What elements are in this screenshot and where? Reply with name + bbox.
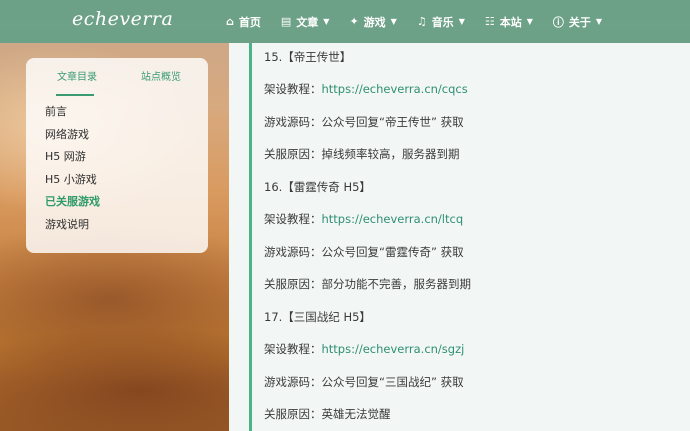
sidebar-tabs: 文章目录 站点概览 bbox=[26, 68, 208, 96]
content-line: 关服原因：部分功能不完善，服务器到期 bbox=[264, 277, 471, 291]
caret-down-icon: ▼ bbox=[390, 17, 397, 26]
toc-item[interactable]: 已关服游戏 bbox=[45, 194, 100, 217]
table-of-contents: 前言 网络游戏 H5 网游 H5 小游戏 已关服游戏 游戏说明 bbox=[45, 104, 100, 239]
game-heading: 15.【帝王传世】 bbox=[264, 50, 352, 64]
content-line: 游戏源码：公众号回复“帝王传世” 获取 bbox=[264, 115, 464, 129]
caret-down-icon: ▼ bbox=[458, 17, 465, 26]
sitemap-icon: ☷ bbox=[484, 15, 495, 28]
nav-label: 文章 bbox=[296, 15, 319, 29]
tab-toc[interactable]: 文章目录 bbox=[57, 68, 97, 83]
active-tab-indicator bbox=[56, 94, 94, 96]
site-logo[interactable]: echeverra bbox=[72, 8, 173, 30]
tab-overview[interactable]: 站点概览 bbox=[141, 68, 181, 83]
caret-down-icon: ▼ bbox=[595, 17, 603, 26]
sidebar-panel: 文章目录 站点概览 前言 网络游戏 H5 网游 H5 小游戏 已关服游戏 游戏说明 bbox=[26, 58, 208, 253]
article-content: 15.【帝王传世】 架设教程：https://echeverra.cn/cqcs 游… bbox=[229, 43, 690, 431]
home-icon: ⌂ bbox=[226, 15, 234, 28]
nav-label: 本站 bbox=[499, 15, 522, 29]
nav-item-0[interactable]: ⌂ 首页 bbox=[226, 14, 261, 30]
toc-item[interactable]: H5 网游 bbox=[45, 149, 100, 172]
nav-label: 游戏 bbox=[363, 15, 386, 29]
setup-guide-line: 架设教程：https://echeverra.cn/cqcs bbox=[264, 81, 468, 97]
content-line: 游戏源码：公众号回复“三国战纪” 获取 bbox=[264, 375, 464, 389]
toc-item[interactable]: 前言 bbox=[45, 104, 100, 127]
line-label: 架设教程： bbox=[264, 82, 322, 96]
content-line: 关服原因：掉线频率较高，服务器到期 bbox=[264, 147, 460, 161]
nav-label: 音乐 bbox=[431, 15, 454, 29]
toc-item[interactable]: 游戏说明 bbox=[45, 217, 100, 240]
content-left-border bbox=[249, 43, 252, 431]
nav-item-2[interactable]: ✦ 游戏 ▼ bbox=[349, 14, 396, 30]
nav-item-5[interactable]: ⓘ 关于 ▼ bbox=[553, 14, 602, 30]
nav-label: 首页 bbox=[238, 15, 261, 29]
nav-item-3[interactable]: ♫ 音乐 ▼ bbox=[417, 14, 465, 30]
setup-guide-link[interactable]: https://echeverra.cn/ltcq bbox=[322, 212, 464, 226]
caret-down-icon: ▼ bbox=[323, 17, 330, 26]
info-icon: ⓘ bbox=[552, 15, 564, 29]
game-heading: 16.【雷霆传奇 H5】 bbox=[264, 180, 371, 194]
content-line: 游戏源码：公众号回复“雷霆传奇” 获取 bbox=[264, 245, 464, 259]
gamepad-icon: ✦ bbox=[349, 15, 359, 28]
game-heading: 17.【三国战纪 H5】 bbox=[264, 310, 371, 324]
book-icon: ▤ bbox=[280, 15, 292, 28]
line-label: 架设教程： bbox=[264, 342, 322, 356]
nav-label: 关于 bbox=[568, 15, 591, 29]
toc-item[interactable]: 网络游戏 bbox=[45, 127, 100, 150]
setup-guide-line: 架设教程：https://echeverra.cn/sgzj bbox=[264, 341, 464, 357]
setup-guide-link[interactable]: https://echeverra.cn/cqcs bbox=[322, 82, 468, 96]
content-line: 关服原因：英雄无法觉醒 bbox=[264, 407, 391, 421]
toc-item[interactable]: H5 小游戏 bbox=[45, 172, 100, 195]
music-icon: ♫ bbox=[416, 15, 427, 28]
nav-item-1[interactable]: ▤ 文章 ▼ bbox=[281, 14, 330, 30]
nav-item-4[interactable]: ☷ 本站 ▼ bbox=[485, 14, 533, 30]
setup-guide-line: 架设教程：https://echeverra.cn/ltcq bbox=[264, 211, 463, 227]
line-label: 架设教程： bbox=[264, 212, 322, 226]
main-nav: ⌂ 首页 ▤ 文章 ▼ ✦ 游戏 ▼ ♫ 音乐 ▼ ☷ 本站 ▼ ⓘ 关于 ▼ bbox=[226, 0, 622, 43]
site-header: echeverra ⌂ 首页 ▤ 文章 ▼ ✦ 游戏 ▼ ♫ 音乐 ▼ ☷ 本站 ▼ ⓘ 关于 ▼ bbox=[0, 0, 690, 43]
caret-down-icon: ▼ bbox=[526, 17, 533, 26]
setup-guide-link[interactable]: https://echeverra.cn/sgzj bbox=[322, 342, 465, 356]
